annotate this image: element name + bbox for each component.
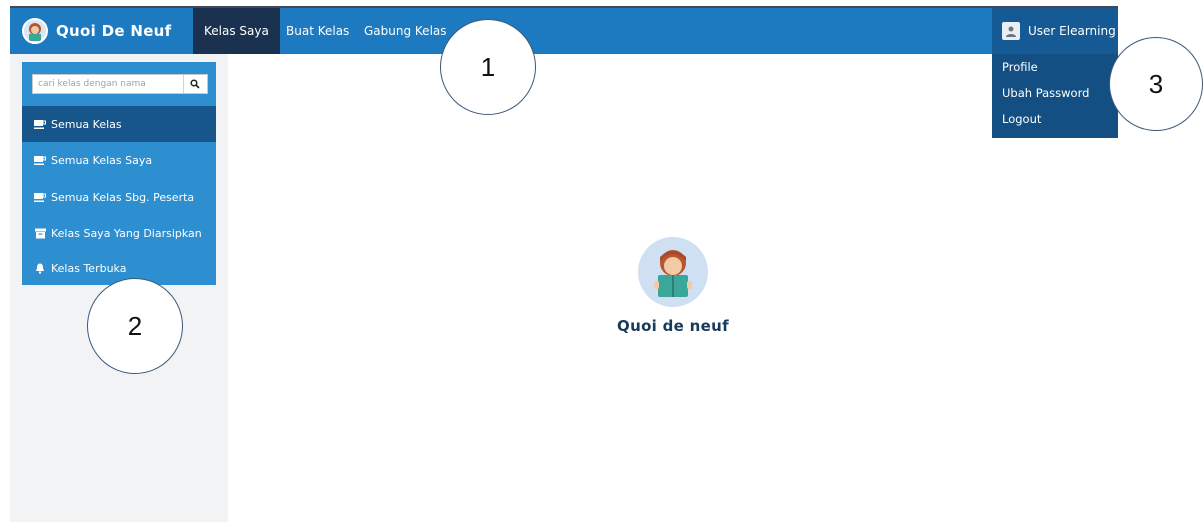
search-input[interactable]	[33, 75, 183, 93]
bell-icon	[34, 262, 46, 274]
sidebar-item-label: Kelas Saya Yang Diarsipkan	[51, 226, 202, 240]
sidebar-item-kelas-diarsipkan[interactable]: Kelas Saya Yang Diarsipkan	[22, 215, 216, 251]
top-navbar: Quoi De Neuf Kelas Saya Buat Kelas Gabun…	[10, 8, 1118, 54]
sidebar-item-semua-kelas[interactable]: Semua Kelas	[22, 106, 216, 142]
search-button[interactable]	[182, 75, 207, 93]
sidebar-item-label: Semua Kelas Sbg. Peserta	[51, 190, 195, 204]
sidebar-item-semua-kelas-peserta[interactable]: Semua Kelas Sbg. Peserta	[22, 179, 216, 215]
user-name: User Elearning	[1028, 24, 1116, 38]
menu-item-ubah-password[interactable]: Ubah Password	[992, 80, 1118, 106]
archive-icon	[34, 227, 46, 239]
coffee-icon	[34, 118, 46, 130]
callout-1: 1	[440, 19, 536, 115]
sidebar-item-label: Semua Kelas	[51, 117, 122, 131]
coffee-icon	[34, 191, 46, 203]
page-title: Quoi de neuf	[617, 317, 729, 335]
brand[interactable]: Quoi De Neuf	[22, 8, 171, 54]
sidebar-item-label: Semua Kelas Saya	[51, 153, 153, 167]
user-menu-toggle[interactable]: User Elearning	[992, 8, 1118, 54]
search-icon	[190, 79, 200, 89]
callout-3: 3	[1109, 37, 1203, 131]
user-icon	[1002, 22, 1020, 40]
brand-name: Quoi De Neuf	[56, 22, 172, 40]
reading-girl-logo-icon	[638, 237, 708, 307]
search-box	[32, 74, 208, 94]
user-dropdown-menu: Profile Ubah Password Logout	[992, 54, 1118, 138]
nav-kelas-saya[interactable]: Kelas Saya	[193, 8, 280, 54]
nav-gabung-kelas[interactable]: Gabung Kelas	[353, 8, 458, 54]
menu-item-logout[interactable]: Logout	[992, 106, 1118, 132]
coffee-icon	[34, 154, 46, 166]
brand-logo-icon	[22, 18, 48, 44]
menu-item-profile[interactable]: Profile	[992, 54, 1118, 80]
sidebar: Semua Kelas Semua Kelas Saya Semua Kelas…	[22, 62, 216, 285]
sidebar-item-label: Kelas Terbuka	[51, 261, 127, 275]
sidebar-item-semua-kelas-saya[interactable]: Semua Kelas Saya	[22, 142, 216, 178]
nav-buat-kelas[interactable]: Buat Kelas	[275, 8, 360, 54]
callout-2: 2	[87, 278, 183, 374]
